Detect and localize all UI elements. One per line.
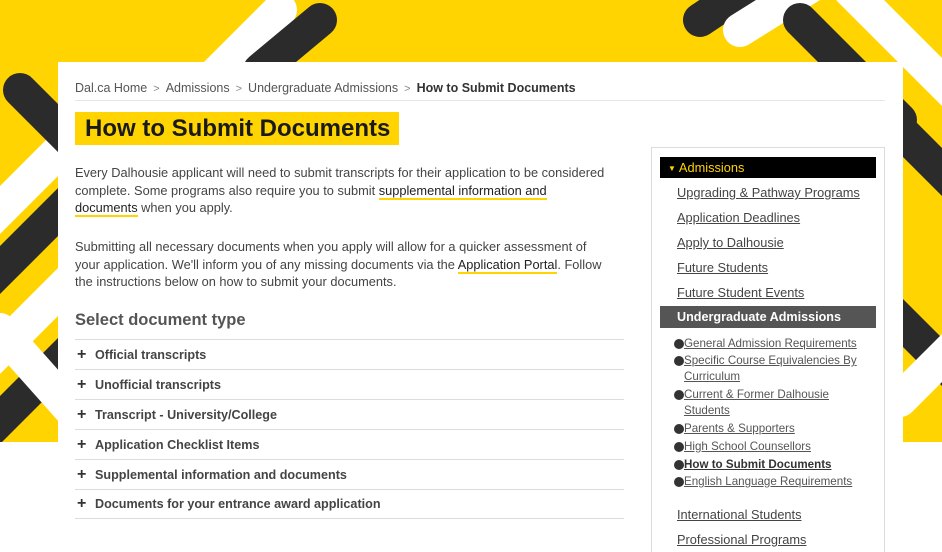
sidebar-item-future-events[interactable]: Future Student Events	[677, 285, 804, 300]
plus-icon: +	[77, 345, 87, 363]
sidebar-subitem-current-former[interactable]: Current & Former Dalhousie Students	[674, 387, 874, 419]
content-card: Dal.ca Home > Admissions > Undergraduate Adm…	[58, 62, 903, 552]
bullet-icon	[674, 424, 684, 434]
sidebar-subitem-course-equivalencies[interactable]: Specific Course Equivalencies By Curricu…	[674, 353, 874, 385]
sidebar-subitem-label: Current & Former Dalhousie Students	[684, 388, 829, 417]
breadcrumb-current: How to Submit Documents	[416, 81, 576, 95]
accordion-transcript-university-college[interactable]: + Transcript - University/College	[75, 399, 624, 429]
sidebar-item-deadlines[interactable]: Application Deadlines	[677, 210, 800, 225]
sidebar-head-label: Admissions	[678, 160, 745, 175]
bullet-icon	[674, 339, 684, 349]
intro-paragraph-2: Submitting all necessary documents when …	[75, 238, 610, 291]
accordion-label: Transcript - University/College	[95, 407, 277, 422]
accordion-application-checklist[interactable]: + Application Checklist Items	[75, 429, 624, 459]
plus-icon: +	[77, 375, 87, 393]
document-type-accordion: + Official transcripts + Unofficial transc…	[75, 339, 624, 519]
sidebar-subitem-english-requirements[interactable]: English Language Requirements	[674, 474, 874, 490]
bullet-icon	[674, 460, 684, 470]
sidebar-item-apply[interactable]: Apply to Dalhousie	[677, 235, 784, 250]
sidebar-subitem-submit-documents[interactable]: How to Submit Documents	[674, 457, 874, 473]
sidebar-subitem-label: English Language Requirements	[684, 475, 853, 488]
sidebar-subitem-label: High School Counsellors	[684, 440, 811, 453]
sidebar-item-upgrading[interactable]: Upgrading & Pathway Programs	[677, 185, 860, 200]
intro-paragraph-1: Every Dalhousie applicant will need to s…	[75, 164, 610, 217]
accordion-label: Official transcripts	[95, 347, 207, 362]
accordion-unofficial-transcripts[interactable]: + Unofficial transcripts	[75, 369, 624, 399]
breadcrumb-home[interactable]: Dal.ca Home	[75, 81, 147, 95]
sidebar-subitem-label: Specific Course Equivalencies By Curricu…	[684, 354, 857, 383]
bullet-icon	[674, 390, 684, 400]
breadcrumb: Dal.ca Home > Admissions > Undergraduate Adm…	[75, 81, 885, 101]
plus-icon: +	[77, 405, 87, 423]
bullet-icon	[674, 442, 684, 452]
breadcrumb-admissions[interactable]: Admissions	[166, 81, 230, 95]
caret-down-icon: ▼	[668, 164, 676, 173]
sidebar-item-future-students[interactable]: Future Students	[677, 260, 768, 275]
plus-icon: +	[77, 435, 87, 453]
plus-icon: +	[77, 465, 87, 483]
sidebar-head-admissions[interactable]: ▼ Admissions	[660, 157, 876, 178]
intro-text: when you apply.	[137, 200, 233, 215]
breadcrumb-separator: >	[153, 83, 160, 95]
sidebar-subitem-label: Parents & Supporters	[684, 422, 795, 435]
section-title: Select document type	[75, 311, 246, 329]
sidebar-nav: ▼ Admissions Upgrading & Pathway Programs…	[651, 147, 885, 552]
breadcrumb-separator: >	[404, 83, 411, 95]
accordion-supplemental-info[interactable]: + Supplemental information and documents	[75, 459, 624, 489]
sidebar-subitem-counsellors[interactable]: High School Counsellors	[674, 439, 874, 455]
accordion-label: Unofficial transcripts	[95, 377, 221, 392]
page-title: How to Submit Documents	[75, 112, 400, 145]
sidebar-item-professional[interactable]: Professional Programs	[677, 532, 806, 547]
bullet-icon	[674, 356, 684, 366]
sidebar-subitem-parents[interactable]: Parents & Supporters	[674, 421, 874, 437]
breadcrumb-separator: >	[235, 83, 243, 95]
accordion-official-transcripts[interactable]: + Official transcripts	[75, 339, 624, 369]
plus-icon: +	[77, 495, 87, 512]
application-portal-link[interactable]: Application Portal	[457, 256, 558, 274]
accordion-label: Application Checklist Items	[95, 437, 260, 452]
sidebar-subitem-label: How to Submit Documents	[684, 458, 832, 471]
sidebar-item-international[interactable]: International Students	[677, 507, 802, 522]
sidebar-subitem-label: General Admission Requirements	[684, 337, 857, 350]
accordion-entrance-award-docs[interactable]: + Documents for your entrance award appli…	[75, 489, 624, 519]
sidebar-item-undergraduate-active[interactable]: Undergraduate Admissions	[660, 306, 876, 328]
accordion-label: Documents for your entrance award applic…	[95, 497, 381, 511]
bullet-icon	[674, 477, 684, 487]
breadcrumb-undergraduate[interactable]: Undergraduate Admissions	[248, 81, 398, 95]
sidebar-subitem-general-requirements[interactable]: General Admission Requirements	[674, 336, 874, 352]
accordion-label: Supplemental information and documents	[95, 467, 347, 482]
